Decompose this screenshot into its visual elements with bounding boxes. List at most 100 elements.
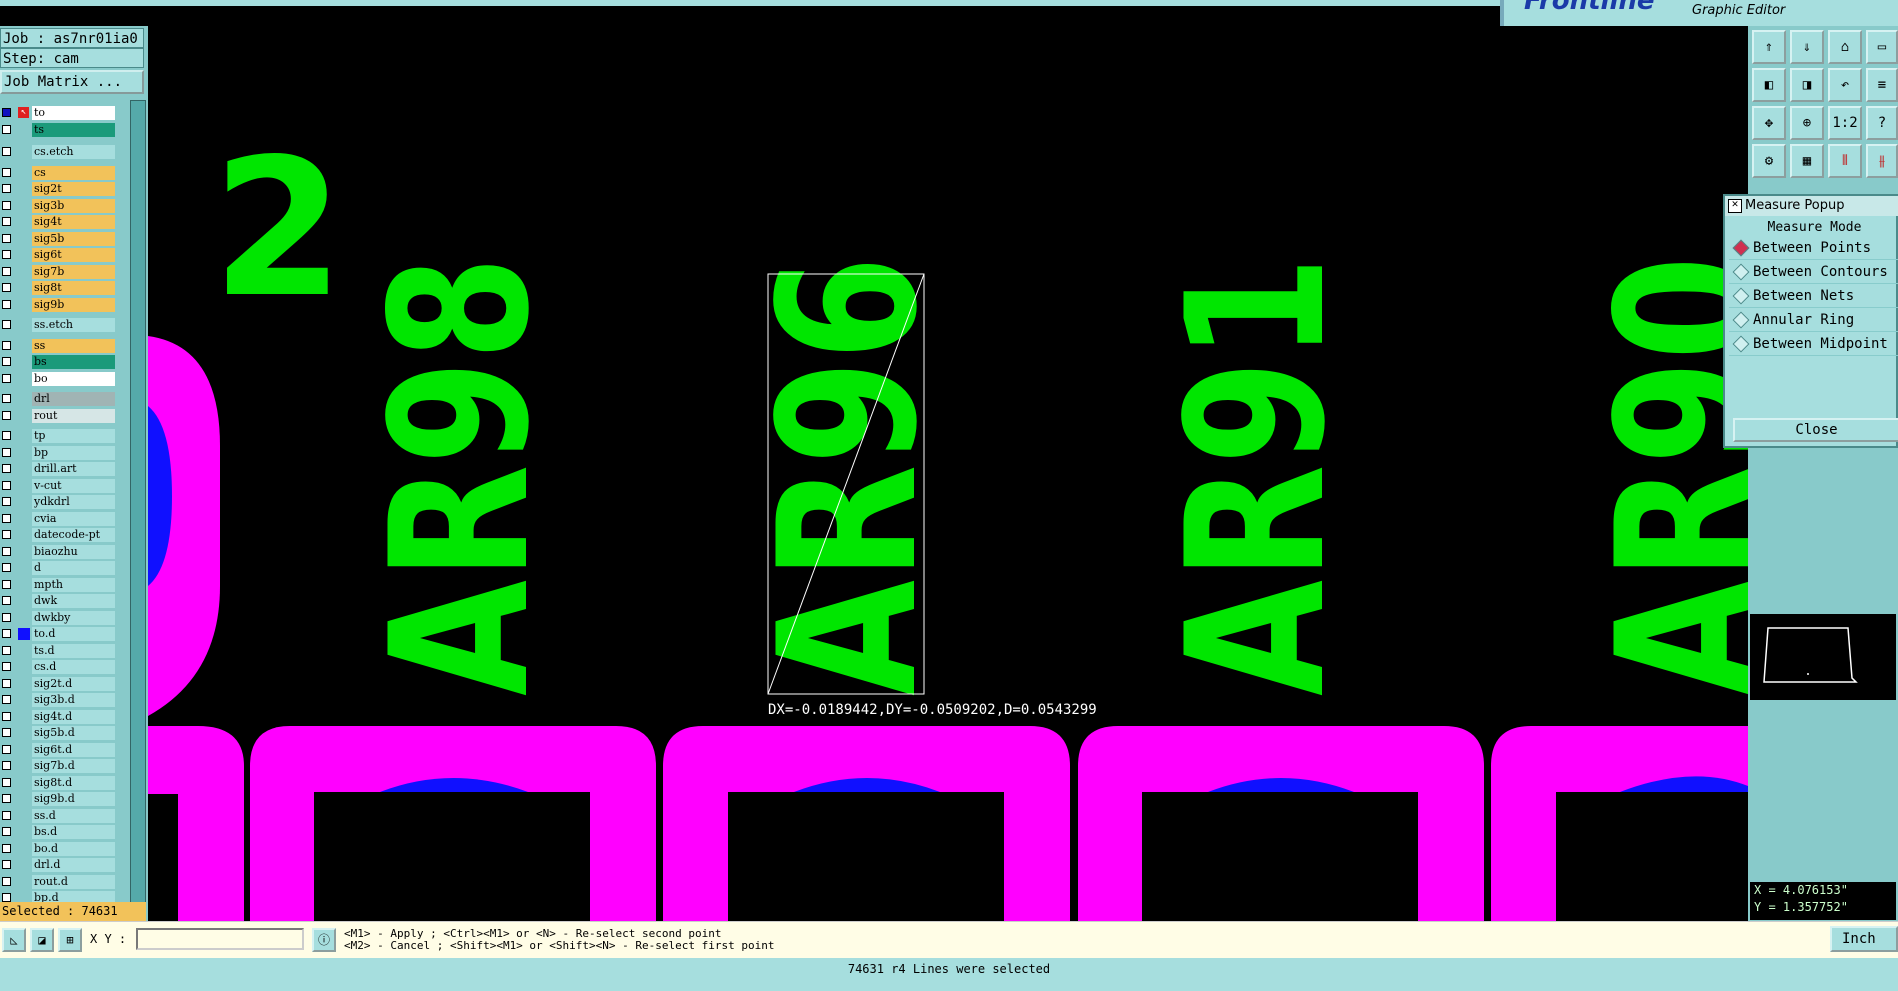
layer-row[interactable]: dwk	[0, 594, 118, 608]
popup-title[interactable]: ✕ Measure Popup	[1725, 196, 1898, 216]
layer-checkbox[interactable]	[2, 563, 11, 572]
layer-row[interactable]: bs	[0, 355, 118, 369]
layer-checkbox[interactable]	[2, 320, 11, 329]
layer-row[interactable]: rout	[0, 408, 118, 423]
layer-checkbox[interactable]	[2, 124, 11, 134]
list-icon[interactable]: ≡	[1866, 68, 1898, 102]
option-annular-ring[interactable]: Annular Ring	[1729, 308, 1898, 332]
layer-row[interactable]: sig6t	[0, 248, 118, 262]
layer-checkbox[interactable]	[2, 530, 11, 539]
layer-row[interactable]: sig5b	[0, 231, 118, 246]
layer-checkbox[interactable]	[2, 373, 11, 383]
layer-checkbox[interactable]	[2, 678, 11, 688]
layer-checkbox[interactable]	[2, 876, 11, 886]
layer-row[interactable]: sig6t.d	[0, 742, 118, 757]
layer-checkbox[interactable]	[2, 431, 11, 440]
layer-row[interactable]: sig4t	[0, 215, 118, 229]
layer-checkbox[interactable]	[2, 340, 11, 350]
layer-checkbox[interactable]	[2, 744, 11, 754]
layer-row[interactable]: drl	[0, 392, 118, 406]
layer-checkbox[interactable]	[2, 394, 11, 403]
layer-checkbox[interactable]	[2, 497, 11, 506]
layer-row[interactable]: to.d	[0, 627, 118, 641]
close-button[interactable]: Close	[1733, 418, 1898, 442]
layer-row[interactable]: cvia	[0, 511, 118, 526]
layer-row[interactable]: sig9b	[0, 297, 118, 312]
layer-row[interactable]: ts.d	[0, 643, 118, 658]
layer-checkbox[interactable]	[2, 108, 11, 117]
layer-checkbox[interactable]	[2, 184, 11, 193]
layer-row[interactable]: sig7b.d	[0, 759, 118, 773]
layer-row[interactable]: bo.d	[0, 841, 118, 856]
zoom-fit-icon[interactable]: ✥	[1752, 106, 1786, 140]
layer-row[interactable]: ydkdrl	[0, 495, 118, 509]
layer-checkbox[interactable]	[2, 810, 11, 820]
layer-row[interactable]: ss.etch	[0, 318, 118, 332]
layer-row[interactable]: sig7b	[0, 264, 118, 279]
job-matrix-button[interactable]: Job Matrix ...	[0, 70, 144, 94]
layer-checkbox[interactable]	[2, 357, 11, 366]
layer-checkbox[interactable]	[2, 827, 11, 836]
layer-list-scrollbar[interactable]	[130, 100, 146, 924]
layer-row[interactable]: ss	[0, 338, 118, 353]
layer-row[interactable]: bs.d	[0, 825, 118, 839]
layer-checkbox[interactable]	[2, 794, 11, 803]
pan-left-icon[interactable]: ◧	[1752, 68, 1786, 102]
layer-row[interactable]: drl.d	[0, 858, 118, 872]
layer-row[interactable]: ts	[0, 122, 118, 137]
option-between-nets[interactable]: Between Nets	[1729, 284, 1898, 308]
layer-checkbox[interactable]	[2, 200, 11, 210]
xy-input[interactable]	[136, 928, 304, 950]
select-mode-icon[interactable]: ◺	[2, 928, 26, 952]
layer-row[interactable]: bp	[0, 445, 118, 460]
layer-row[interactable]: drill.art	[0, 462, 118, 476]
layer-checkbox[interactable]	[2, 596, 11, 605]
page-icon[interactable]: ▭	[1866, 30, 1898, 64]
home-icon[interactable]: ⌂	[1828, 30, 1862, 64]
menu-bar[interactable]	[0, 0, 1500, 6]
layer-row[interactable]: sig3b	[0, 198, 118, 213]
layer-row[interactable]: bo	[0, 371, 118, 386]
layer-checkbox[interactable]	[2, 266, 11, 276]
zoom-mode-icon[interactable]: ◪	[30, 928, 54, 952]
undo-view-icon[interactable]: ↶	[1828, 68, 1862, 102]
layer-row[interactable]: sig9b.d	[0, 792, 118, 806]
help-icon[interactable]: ?	[1866, 106, 1898, 140]
unit-select[interactable]: Inch	[1830, 926, 1898, 952]
snap-icon[interactable]: ⫴	[1828, 144, 1862, 178]
layer-row[interactable]: cs.etch	[0, 145, 118, 159]
option-between-contours[interactable]: Between Contours	[1729, 260, 1898, 284]
layer-checkbox[interactable]	[2, 447, 11, 457]
layer-row[interactable]: biaozhu	[0, 544, 118, 559]
view-down-icon[interactable]: ⇓	[1790, 30, 1824, 64]
layer-row[interactable]: datecode-pt	[0, 528, 118, 542]
settings-icon[interactable]: ⚙	[1752, 144, 1786, 178]
layer-row[interactable]: mpth	[0, 577, 118, 592]
layer-row[interactable]: sig3b.d	[0, 693, 118, 707]
layer-row[interactable]: cs.d	[0, 660, 118, 674]
layer-row[interactable]: ss.d	[0, 808, 118, 823]
layer-row[interactable]: ↖ to	[0, 106, 118, 120]
layer-checkbox[interactable]	[2, 167, 11, 177]
layer-checkbox[interactable]	[2, 283, 11, 292]
layer-checkbox[interactable]	[2, 662, 11, 671]
layer-row[interactable]: tp	[0, 429, 118, 443]
layer-row[interactable]: sig4t.d	[0, 709, 118, 724]
layer-checkbox[interactable]	[2, 546, 11, 556]
layer-checkbox[interactable]	[2, 843, 11, 853]
layer-checkbox[interactable]	[2, 695, 11, 704]
layer-checkbox[interactable]	[2, 480, 11, 490]
layer-row[interactable]: dwkby	[0, 610, 118, 625]
layer-checkbox[interactable]	[2, 761, 11, 770]
layer-checkbox[interactable]	[2, 629, 11, 638]
option-between-midpoint[interactable]: Between Midpoint	[1729, 332, 1898, 356]
layer-row[interactable]: sig8t	[0, 281, 118, 295]
layer-row[interactable]: cs	[0, 165, 118, 180]
layer-checkbox[interactable]	[2, 579, 11, 589]
layer-checkbox[interactable]	[2, 410, 11, 420]
layer-checkbox[interactable]	[2, 217, 11, 226]
layer-checkbox[interactable]	[2, 233, 11, 243]
layer-checkbox[interactable]	[2, 299, 11, 309]
layer-row[interactable]: sig5b.d	[0, 726, 118, 740]
option-between-points[interactable]: Between Points	[1729, 236, 1898, 260]
